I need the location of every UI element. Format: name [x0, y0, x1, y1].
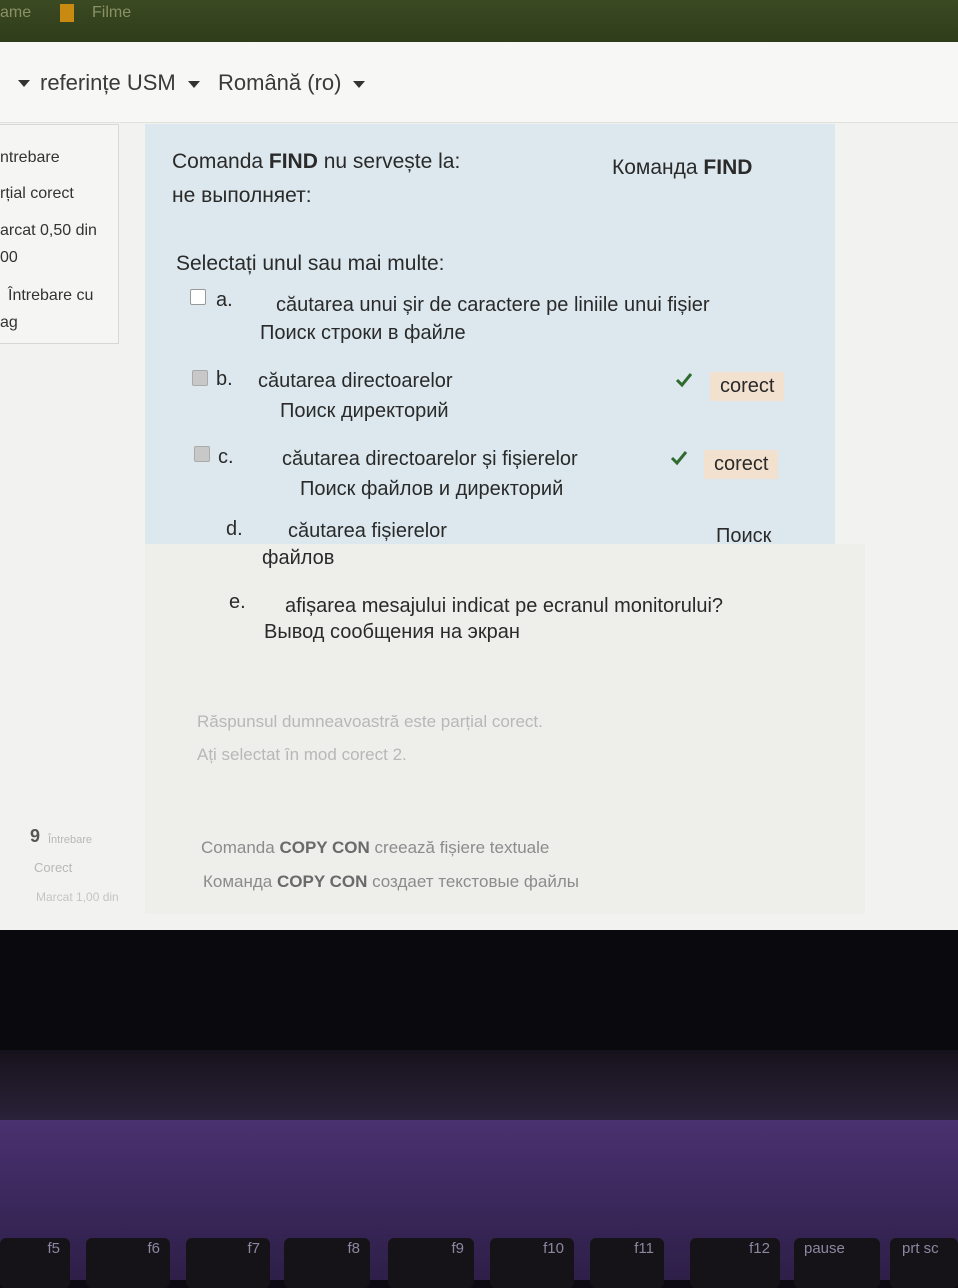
select-prompt: Selectați unul sau mai multe:	[176, 252, 445, 275]
key-f7[interactable]: f7	[186, 1238, 270, 1288]
question-text-ru-line2: не выполняет:	[172, 184, 312, 207]
result-feedback: Răspunsul dumneavoastră este parțial cor…	[197, 712, 543, 731]
option-b-text-ro: căutarea directoarelor	[258, 370, 453, 392]
key-f9[interactable]: f9	[388, 1238, 474, 1288]
correct-badge: corect	[704, 450, 779, 479]
info-mark-max: 00	[0, 249, 18, 266]
check-icon	[675, 373, 693, 388]
option-c-text-ru: Поиск файлов и директорий	[300, 478, 564, 500]
key-f5[interactable]: f5	[0, 1238, 70, 1288]
option-a-letter: a.	[216, 289, 233, 311]
chevron-down-icon	[353, 80, 366, 88]
key-f10[interactable]: f10	[490, 1238, 574, 1288]
option-d-text-ro: căutarea fișierelor	[288, 520, 447, 542]
option-d-text-ru-a: Поиск	[716, 525, 772, 547]
nav-links-menu[interactable]: referințe USM	[40, 70, 200, 96]
option-c-checkbox[interactable]	[194, 446, 210, 462]
nav-links-label: referințe USM	[40, 70, 176, 95]
key-f8[interactable]: f8	[284, 1238, 370, 1288]
option-b-text-ru: Поиск директорий	[280, 400, 449, 422]
site-navbar: referințe USM Română (ro)	[0, 42, 958, 123]
bookmark-item[interactable]: Filme	[92, 4, 131, 22]
option-e-letter: e.	[229, 591, 246, 613]
info-status: rțial corect	[0, 185, 74, 202]
option-b-checkbox[interactable]	[192, 370, 208, 386]
info-mark: arcat 0,50 din	[0, 222, 97, 239]
option-d-letter: d.	[226, 518, 243, 540]
option-e-text-ru: Вывод сообщения на экран	[264, 621, 520, 643]
key-prtsc[interactable]: prt sc	[890, 1238, 958, 1288]
option-c-text-ro: căutarea directoarelor și fișierelor	[282, 448, 578, 470]
next-question-status: Corect	[34, 860, 73, 875]
option-a-text-ro: căutarea unui șir de caractere pe liniil…	[276, 294, 710, 316]
laptop-hinge	[0, 1050, 958, 1120]
next-question-number: 9	[30, 826, 41, 846]
question-text-ru: Команда FIND	[612, 156, 753, 179]
question-info-block: ntrebare rțial corect arcat 0,50 din 00 …	[0, 124, 119, 344]
next-question-text-ro: Comanda COPY CON creează fișiere textual…	[201, 838, 550, 857]
next-question-label: Întrebare	[48, 834, 93, 846]
chevron-down-icon[interactable]	[18, 80, 30, 87]
folder-icon	[60, 4, 74, 22]
next-question-mark: Marcat 1,00 din	[36, 890, 119, 904]
option-b-letter: b.	[216, 368, 233, 390]
key-f11[interactable]: f11	[590, 1238, 664, 1288]
option-e-text-ro: afișarea mesajului indicat pe ecranul mo…	[285, 595, 724, 617]
question-text-ro: Comanda FIND nu servește la:	[172, 150, 461, 173]
option-a-text-ru: Поиск строки в файле	[260, 322, 466, 344]
key-pause[interactable]: pause	[794, 1238, 880, 1288]
info-label: ntrebare	[0, 149, 60, 166]
option-d-text-ru-b: файлов	[262, 547, 335, 569]
bookmark-item[interactable]: ame	[0, 4, 31, 22]
option-c-letter: c.	[218, 446, 234, 468]
key-f6[interactable]: f6	[86, 1238, 170, 1288]
language-label: Română (ro)	[218, 70, 342, 95]
bookmarks-bar: ame Filme	[0, 0, 958, 42]
flag-question-link[interactable]: Întrebare cu	[8, 287, 93, 305]
result-count: Ați selectat în mod corect 2.	[197, 745, 407, 764]
option-a-checkbox[interactable]	[190, 289, 206, 305]
browser-screen: ame Filme referințe USM Română (ro) ntre…	[0, 0, 958, 930]
key-f12[interactable]: f12	[690, 1238, 780, 1288]
check-icon	[670, 451, 688, 466]
laptop-bezel	[0, 930, 958, 1050]
chevron-down-icon	[187, 80, 200, 88]
flag-question-link-cont[interactable]: ag	[0, 314, 18, 332]
language-menu[interactable]: Română (ro)	[218, 70, 366, 96]
next-question-text-ru: Команда COPY CON создает текстовые файлы	[203, 872, 579, 891]
correct-badge: corect	[710, 372, 785, 401]
